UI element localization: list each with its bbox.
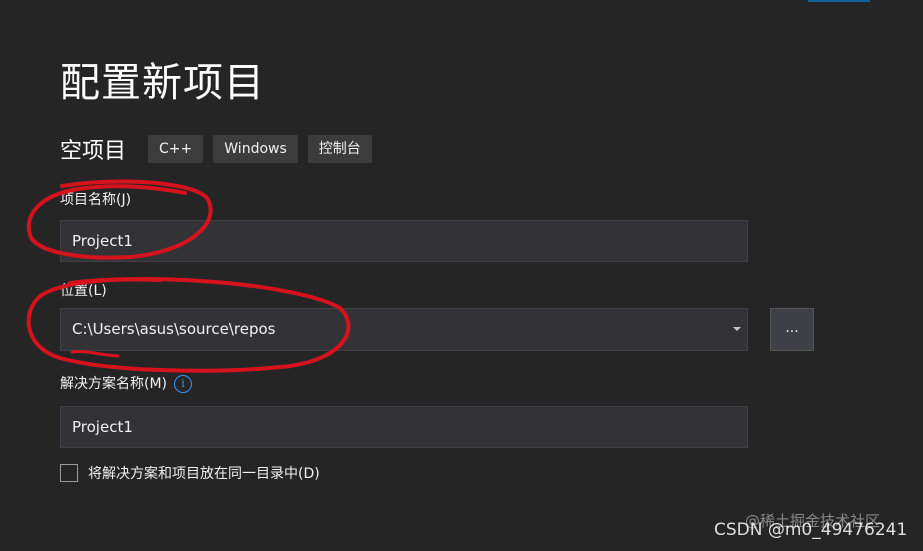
same-directory-option[interactable]: 将解决方案和项目放在同一目录中(D): [60, 463, 320, 483]
solution-name-value: Project1: [72, 418, 133, 436]
solution-name-label-row: 解决方案名称(M) i: [60, 373, 193, 393]
project-name-input[interactable]: Project1: [60, 220, 748, 262]
location-combobox[interactable]: C:\Users\asus\source\repos: [60, 308, 748, 351]
template-header: 空项目 C++ Windows 控制台: [60, 133, 382, 165]
annotation-scribble-location: [70, 350, 120, 358]
solution-name-input[interactable]: Project1: [60, 406, 748, 448]
csdn-watermark: CSDN @m0_49476241: [714, 520, 908, 540]
browse-button[interactable]: ...: [770, 308, 814, 351]
location-label: 位置(L): [60, 283, 107, 299]
tag-console: 控制台: [307, 135, 372, 163]
same-directory-checkbox[interactable]: [60, 464, 78, 482]
tag-windows: Windows: [213, 135, 298, 163]
location-value: C:\Users\asus\source\repos: [72, 320, 276, 338]
project-name-value: Project1: [72, 232, 133, 250]
page-title: 配置新项目: [60, 60, 265, 106]
tag-cpp: C++: [148, 135, 204, 163]
top-accent-bar: [808, 0, 870, 2]
solution-name-label: 解决方案名称(M): [60, 376, 168, 392]
template-name: 空项目: [60, 139, 127, 164]
project-name-label: 项目名称(J): [60, 192, 132, 208]
same-directory-label: 将解决方案和项目放在同一目录中(D): [88, 466, 320, 482]
info-icon[interactable]: i: [174, 375, 193, 393]
chevron-down-icon[interactable]: [733, 327, 741, 331]
